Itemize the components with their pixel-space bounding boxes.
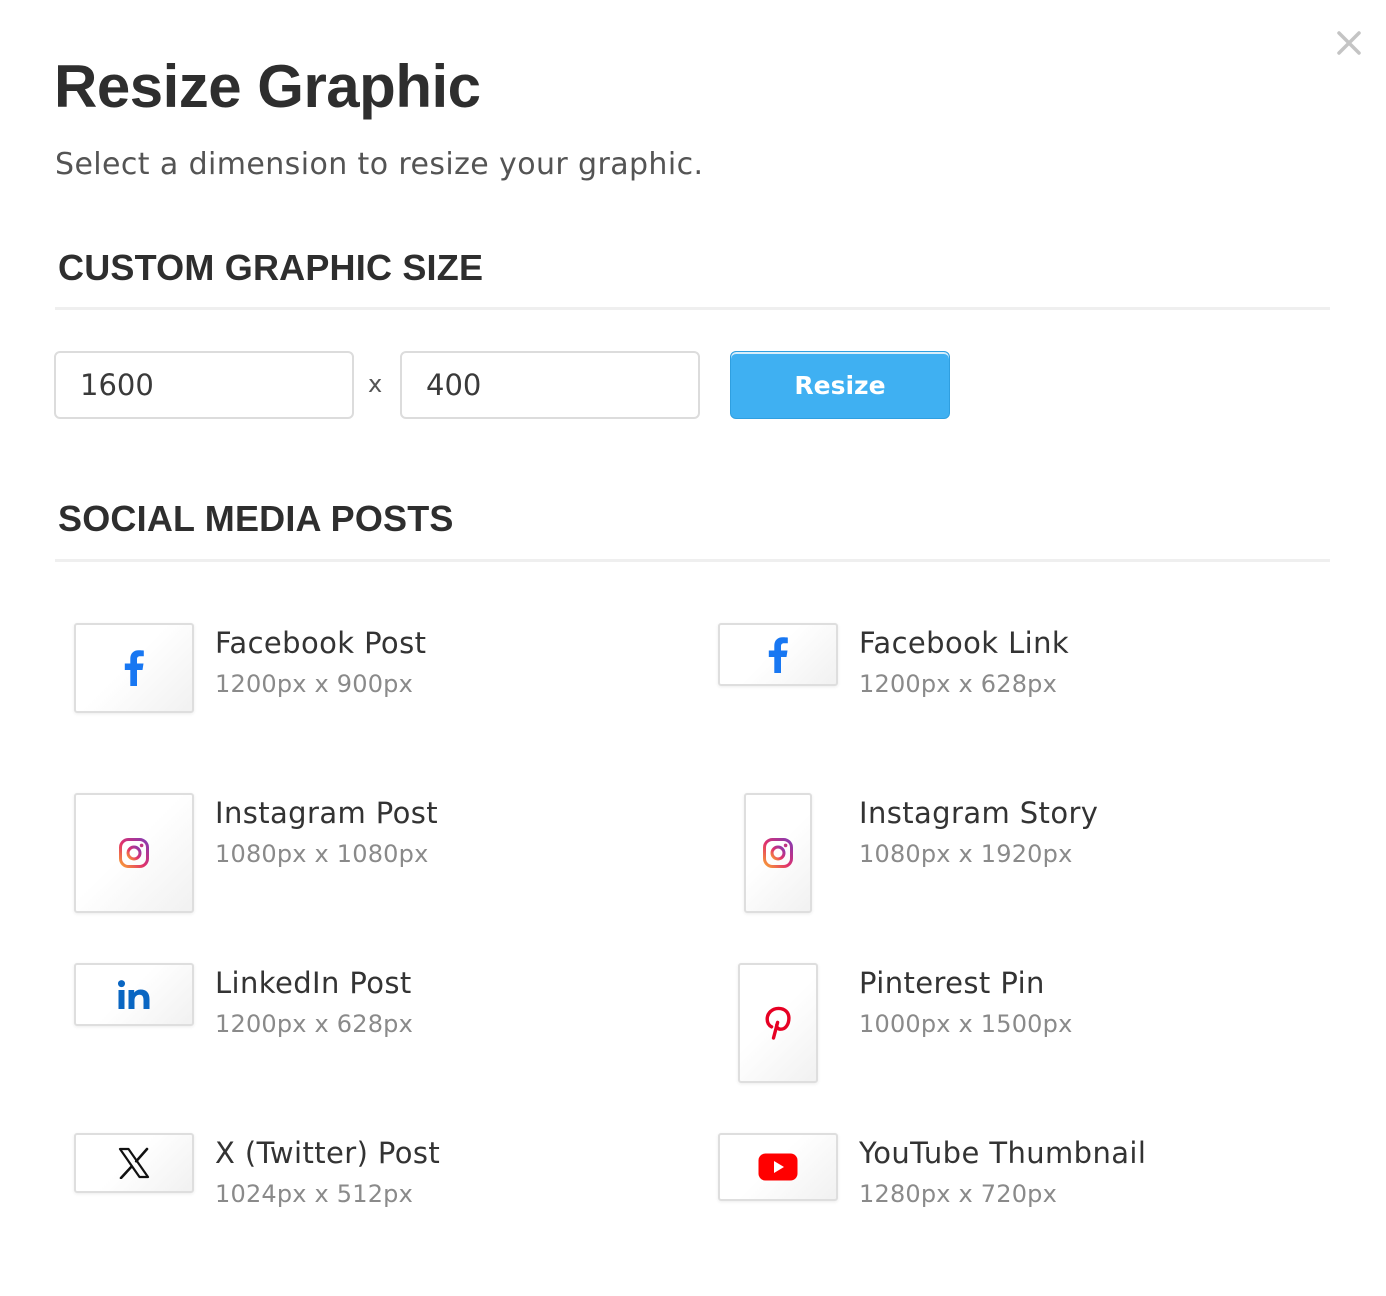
preset-name: Facebook Post — [215, 626, 427, 660]
preset-name: LinkedIn Post — [215, 966, 412, 1000]
preset-thumbnail — [738, 963, 818, 1083]
linkedin-icon — [118, 979, 150, 1009]
preset-name: Pinterest Pin — [859, 966, 1045, 1000]
preset-name: X (Twitter) Post — [215, 1136, 441, 1170]
preset-size: 1200px x 628px — [859, 670, 1058, 698]
youtube-icon — [758, 1153, 798, 1181]
instagram-icon — [119, 838, 149, 868]
section-divider — [55, 559, 1330, 562]
page-subtitle: Select a dimension to resize your graphi… — [55, 147, 704, 182]
preset-name: Facebook Link — [859, 626, 1070, 660]
facebook-icon — [124, 650, 144, 686]
section-divider — [55, 307, 1330, 310]
width-input[interactable] — [54, 351, 354, 419]
instagram-icon — [763, 838, 793, 868]
preset-size: 1000px x 1500px — [859, 1010, 1073, 1038]
close-button[interactable] — [1330, 24, 1368, 62]
preset-size: 1080px x 1080px — [215, 840, 429, 868]
preset-thumbnail — [74, 793, 194, 913]
preset-thumbnail — [74, 623, 194, 713]
height-input[interactable] — [400, 351, 700, 419]
preset-size: 1024px x 512px — [215, 1180, 414, 1208]
preset-size: 1080px x 1920px — [859, 840, 1073, 868]
social-media-heading: SOCIAL MEDIA POSTS — [58, 498, 454, 539]
preset-size: 1280px x 720px — [859, 1180, 1058, 1208]
facebook-icon — [768, 636, 788, 673]
preset-thumbnail — [718, 623, 838, 686]
preset-thumbnail — [74, 963, 194, 1026]
preset-thumbnail — [718, 1133, 838, 1201]
preset-name: Instagram Post — [215, 796, 439, 830]
close-icon — [1337, 31, 1361, 55]
dimension-separator: x — [368, 370, 383, 398]
preset-size: 1200px x 900px — [215, 670, 414, 698]
preset-size: 1200px x 628px — [215, 1010, 414, 1038]
preset-name: YouTube Thumbnail — [859, 1136, 1147, 1170]
preset-name: Instagram Story — [859, 796, 1099, 830]
custom-size-heading: CUSTOM GRAPHIC SIZE — [58, 247, 484, 288]
preset-thumbnail — [744, 793, 812, 913]
page-title: Resize Graphic — [54, 53, 481, 120]
resize-button[interactable]: Resize — [730, 351, 950, 419]
preset-thumbnail — [74, 1133, 194, 1193]
pinterest-icon — [765, 1006, 791, 1040]
x-icon — [118, 1147, 150, 1179]
